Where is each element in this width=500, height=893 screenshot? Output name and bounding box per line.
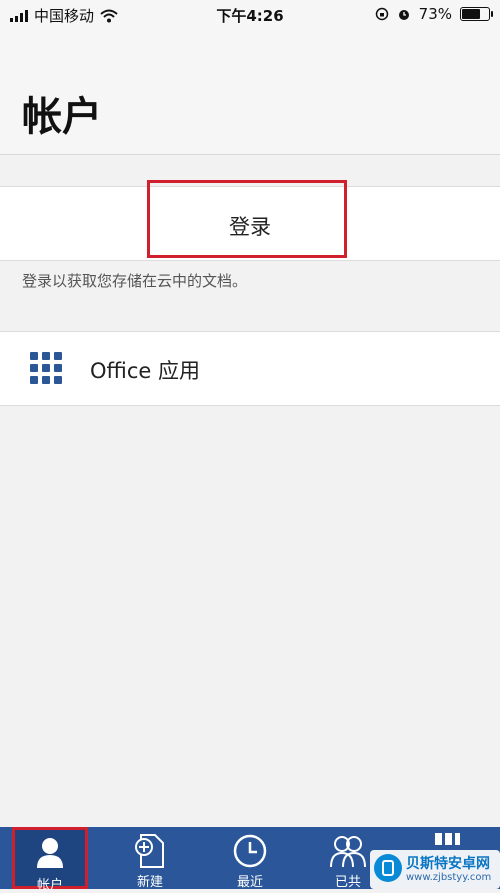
tab-account-label: 帐户 (36, 878, 63, 893)
status-bar: 中国移动 下午4:26 73% (0, 0, 500, 28)
watermark: 贝斯特安卓网 www.zjbstyy.com (370, 850, 500, 889)
battery-icon (460, 7, 493, 21)
login-hint: 登录以获取您存储在云中的文档。 (22, 272, 248, 290)
battery-percent: 73% (418, 5, 452, 23)
person-icon (37, 838, 63, 868)
login-highlight-box (147, 180, 347, 258)
alarm-icon (398, 10, 409, 20)
watermark-title: 贝斯特安卓网 (406, 856, 490, 872)
more-icon (435, 833, 460, 845)
app-grid-icon (30, 352, 62, 384)
tab-recent-label: 最近 (236, 875, 263, 890)
tab-recent[interactable]: 最近 (212, 827, 288, 890)
new-document-icon (135, 834, 164, 868)
clock-icon (233, 834, 267, 868)
tab-new[interactable]: 新建 (112, 827, 188, 890)
watermark-logo-icon (374, 854, 402, 882)
tab-account[interactable]: 帐户 (12, 827, 88, 893)
office-apps-row[interactable]: Office 应用 (0, 331, 500, 406)
shared-people-icon (330, 836, 366, 868)
watermark-url: www.zjbstyy.com (406, 872, 492, 883)
tab-new-label: 新建 (136, 875, 163, 890)
battery-fill (462, 9, 480, 19)
page-title: 帐户 (22, 94, 102, 140)
page-header: 帐户 (0, 28, 500, 155)
office-apps-label: Office 应用 (90, 359, 200, 383)
rotation-lock-icon (375, 7, 388, 21)
